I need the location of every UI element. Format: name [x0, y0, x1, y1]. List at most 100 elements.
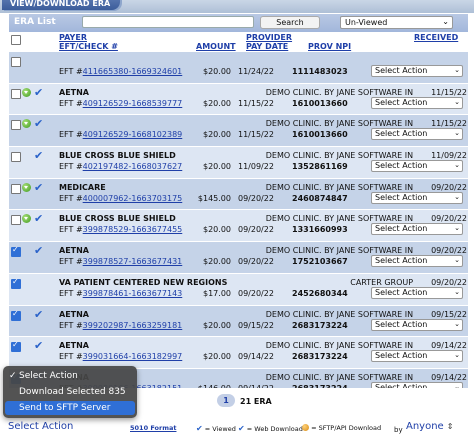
provider-npi: 1610013660	[292, 130, 348, 140]
action-dropdown-menu[interactable]: ✓ Select Action Download Selected 835 Send …	[3, 366, 137, 418]
column-header-amount[interactable]: AMOUNT	[196, 42, 236, 52]
action-menu-option[interactable]: Send to SFTP Server	[5, 401, 135, 415]
eft-check[interactable]: EFT #402197482-1668037627	[59, 162, 182, 171]
checkmark-icon: ✓	[9, 371, 17, 381]
era-list-header: ERA List Search Un-Viewed ⌄	[9, 14, 468, 32]
row-action-select[interactable]: Select Action ⌄	[371, 96, 463, 109]
chevron-down-icon: ⌄	[454, 287, 460, 296]
eft-number-link[interactable]: 402197482-1668037627	[83, 162, 183, 171]
row-action-value: Select Action	[375, 319, 428, 329]
row-action-value: Select Action	[375, 161, 428, 171]
viewed-check-icon: ✔	[34, 339, 44, 353]
received-date: 11/09/22	[431, 151, 467, 161]
by-user-select[interactable]: Anyone ⇕	[406, 421, 453, 432]
eft-number-link[interactable]: 409126529-1668539777	[83, 99, 183, 108]
provider-npi: 2683173224	[292, 320, 348, 330]
provider-name: DEMO CLINIC. BY JANE SOFTWARE IN 11/15/22	[266, 88, 467, 97]
eft-prefix: EFT #	[59, 130, 83, 140]
row-checkbox[interactable]	[11, 57, 21, 67]
row-checkbox[interactable]	[11, 215, 21, 226]
eft-check[interactable]: EFT #409126529-1668102389	[59, 130, 182, 139]
eft-check[interactable]: EFT #399878527-1663677431	[59, 257, 182, 266]
eft-check[interactable]: EFT #399878529-1663677455	[59, 225, 182, 234]
eft-number-link[interactable]: 400007962-1663703175	[83, 194, 183, 203]
eft-check[interactable]: EFT #409126529-1668539777	[59, 99, 182, 108]
row-checkbox[interactable]	[11, 309, 21, 321]
row-action-select[interactable]: Select Action ⌄	[371, 255, 463, 268]
provider-label: DEMO CLINIC. BY JANE SOFTWARE IN	[265, 341, 414, 351]
table-row: ✔ AETNAEFT #399031664-1663182997 $20.00 09/…	[9, 337, 468, 369]
row-action-value: Select Action	[375, 192, 428, 202]
download-icon	[22, 182, 31, 192]
action-menu-option[interactable]: Download Selected 835	[5, 385, 135, 399]
view-filter-select[interactable]: Un-Viewed ⌄	[340, 16, 453, 29]
provider-name: DEMO CLINIC. BY JANE SOFTWARE IN 09/15/22	[266, 310, 467, 319]
eft-prefix: EFT #	[59, 162, 83, 172]
provider-name: DEMO CLINIC. BY JANE SOFTWARE IN 09/20/22	[266, 214, 467, 223]
eft-number-link[interactable]: 409126529-1668102389	[83, 130, 183, 139]
row-action-select[interactable]: Select Action ⌄	[371, 65, 463, 77]
action-menu-option[interactable]: ✓ Select Action	[5, 369, 135, 383]
pager-current-page[interactable]: 1	[217, 394, 235, 407]
format-link[interactable]: 5010 Format	[130, 424, 176, 432]
payer-name: BLUE CROSS BLUE SHIELD	[59, 151, 176, 161]
eft-number-link[interactable]: 411665380-1669324601	[83, 67, 183, 76]
row-action-select[interactable]: Select Action ⌄	[371, 223, 463, 236]
payer-name: AETNA	[59, 341, 89, 351]
column-header-npi[interactable]: PROV NPI	[308, 42, 351, 52]
amount: $145.00	[197, 193, 231, 203]
amount: $20.00	[203, 162, 231, 172]
row-checkbox[interactable]	[11, 120, 21, 131]
by-user-value: Anyone	[406, 421, 444, 432]
viewed-check-icon: ✔	[34, 244, 44, 258]
received-date: 09/20/22	[431, 214, 467, 224]
row-action-select[interactable]: Select Action ⌄	[371, 318, 463, 331]
row-action-select[interactable]: Select Action ⌄	[371, 286, 463, 299]
eft-check[interactable]: EFT #399878461-1663677143	[59, 289, 182, 298]
bulk-action-select[interactable]: Select Action	[8, 421, 73, 432]
chevron-down-icon: ⌄	[454, 97, 460, 106]
column-header-pay-date[interactable]: PAY DATE	[246, 42, 288, 52]
row-action-select[interactable]: Select Action ⌄	[371, 350, 463, 363]
row-checkbox[interactable]	[11, 152, 21, 163]
row-action-select[interactable]: Select Action ⌄	[371, 128, 463, 141]
eft-number-link[interactable]: 399202987-1663259181	[83, 321, 183, 330]
format-link-label[interactable]: 5010 Format	[130, 424, 176, 432]
search-button[interactable]: Search	[260, 16, 320, 29]
eft-number-link[interactable]: 399878527-1663677431	[83, 257, 183, 266]
eft-check[interactable]: EFT #400007962-1663703175	[59, 194, 182, 203]
eft-prefix: EFT #	[59, 98, 83, 108]
received-date: 09/20/22	[431, 277, 467, 287]
eft-number-link[interactable]: 399878461-1663677143	[83, 289, 183, 298]
received-date: 09/14/22	[431, 341, 467, 351]
viewed-check-icon: ✔	[34, 149, 44, 163]
amount: $20.00	[203, 352, 231, 362]
provider-label: DEMO CLINIC. BY JANE SOFTWARE IN	[265, 87, 414, 97]
pay-date: 09/14/22	[238, 352, 274, 362]
payer-name: AETNA	[59, 309, 89, 319]
select-all-checkbox[interactable]	[11, 35, 21, 45]
row-checkbox[interactable]	[11, 277, 21, 289]
row-action-select[interactable]: Select Action ⌄	[371, 191, 463, 204]
eft-number-link[interactable]: 399031664-1663182997	[83, 352, 183, 361]
provider-npi: 2683173224	[292, 352, 348, 362]
provider-npi: 2460874847	[292, 193, 348, 203]
eft-check[interactable]: EFT #399202987-1663259181	[59, 321, 182, 330]
row-checkbox[interactable]	[11, 88, 21, 99]
row-checkbox[interactable]	[11, 183, 21, 194]
row-checkbox[interactable]	[11, 340, 21, 353]
payer-name: VA PATIENT CENTERED NEW REGIONS	[59, 277, 228, 287]
eft-check[interactable]: EFT #399031664-1663182997	[59, 352, 182, 361]
column-header-eft[interactable]: EFT/CHECK #	[59, 42, 118, 52]
row-checkbox[interactable]	[11, 245, 21, 258]
provider-label: DEMO CLINIC. BY JANE SOFTWARE IN	[265, 182, 414, 192]
pay-date: 09/20/22	[238, 257, 274, 267]
pay-date: 09/20/22	[238, 193, 274, 203]
search-input[interactable]	[82, 16, 254, 28]
row-action-select[interactable]: Select Action ⌄	[371, 160, 463, 173]
eft-check[interactable]: EFT #411665380-1669324601	[59, 67, 182, 76]
column-header-received[interactable]: RECEIVED	[414, 33, 458, 43]
pager-summary: 21 ERA	[240, 397, 272, 406]
eft-number-link[interactable]: 399878529-1663677455	[83, 225, 183, 234]
table-row: ✔ EFT #409126529-1668102389 $20.00 11/15/22…	[9, 115, 468, 148]
